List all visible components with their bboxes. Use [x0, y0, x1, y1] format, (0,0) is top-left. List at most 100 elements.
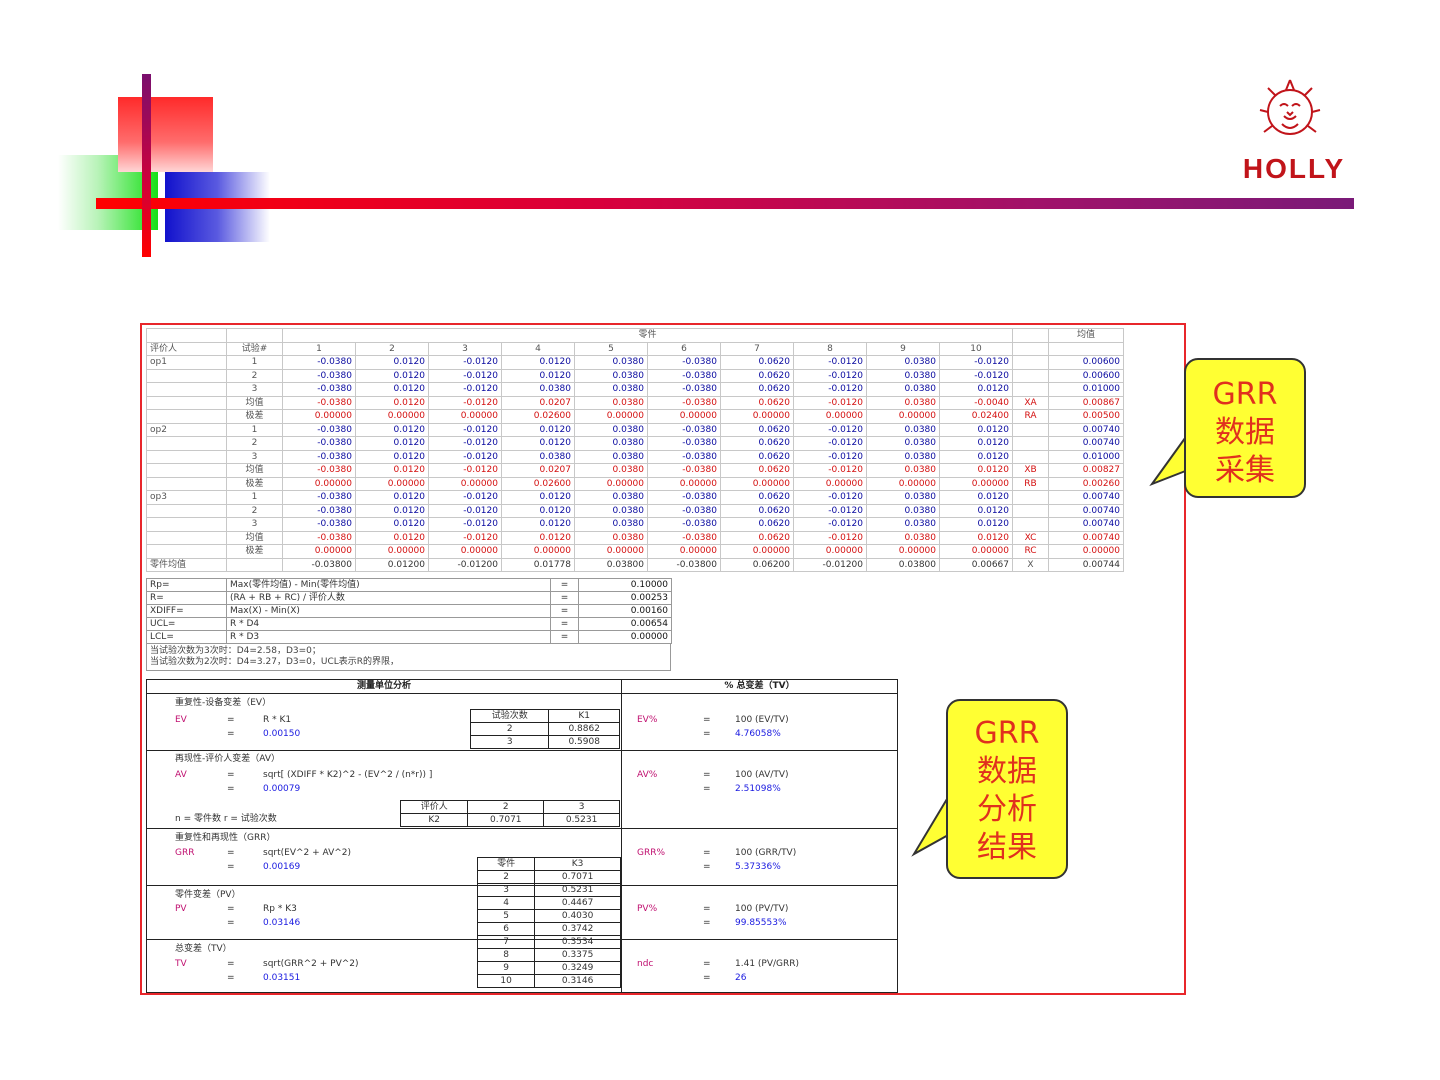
- measurement-cell: -0.0380: [647, 368, 721, 383]
- measurement-cell: -0.0120: [793, 355, 867, 370]
- ndc-label: ndc: [637, 959, 654, 969]
- measurement-cell: 0.00000: [938, 544, 1014, 559]
- k1-head-k1: K1: [548, 709, 620, 723]
- measurement-cell: -0.0380: [647, 355, 721, 370]
- measurement-cell: 0.0380: [866, 368, 940, 383]
- trial-cell: [226, 557, 283, 572]
- summary-tag-cell: X: [1012, 557, 1050, 572]
- k1-value-3: 0.5908: [548, 735, 620, 749]
- summary-tag-cell: RC: [1012, 544, 1050, 559]
- pv-eq2: =: [227, 918, 235, 928]
- grid-data-row: 极差 0.00000 0.00000 0.00000 0.02600 0.00000 0.0…: [146, 476, 1125, 491]
- measurement-cell: -0.0120: [938, 368, 1014, 383]
- measurement-cell: 0.0120: [501, 436, 575, 451]
- grr-pct-eq: =: [703, 848, 711, 858]
- av-title: 再现性-评价人变差（AV）: [175, 754, 280, 764]
- appraiser-cell: [146, 476, 227, 491]
- measurement-cell: 0.00000: [647, 409, 721, 424]
- ndc-formula: 1.41 (PV/GRR): [735, 959, 800, 969]
- k3-head-k3: K3: [534, 857, 621, 871]
- measurement-cell: 0.0380: [866, 490, 940, 505]
- tv-label: TV: [175, 959, 187, 969]
- summary-tag-cell: RB: [1012, 476, 1050, 491]
- measurement-cell: 0.0380: [501, 449, 575, 464]
- ev-eq2: =: [227, 729, 235, 739]
- formula-rows: Rp= Max(零件均值) - Min(零件均值) = 0.10000 R= (RA + …: [146, 578, 672, 644]
- summary-tag-cell: [1012, 449, 1050, 464]
- measurement-cell: -0.0380: [282, 382, 356, 397]
- row-mean-cell: 0.01000: [1048, 449, 1125, 464]
- measurement-cell: 0.0120: [355, 503, 429, 518]
- measurement-cell: 0.0620: [720, 422, 794, 437]
- measurement-cell: -0.01200: [428, 557, 502, 572]
- measurement-cell: -0.0120: [428, 395, 502, 410]
- row-mean-cell: 0.00600: [1048, 368, 1125, 383]
- grid-header-blank-2: [226, 328, 283, 343]
- measurement-cell: -0.0380: [647, 395, 721, 410]
- measurement-cell: 0.0120: [355, 395, 429, 410]
- measurement-cell: 0.00000: [355, 476, 429, 491]
- decor-red-square: [118, 97, 213, 172]
- measurement-cell: 0.0120: [938, 530, 1014, 545]
- av-eq2: =: [227, 784, 235, 794]
- row-mean-cell: 0.00740: [1048, 503, 1125, 518]
- measurement-cell: 0.0120: [501, 530, 575, 545]
- measurement-cell: 0.00000: [282, 544, 356, 559]
- measurement-cell: -0.0120: [793, 490, 867, 505]
- callout-1-line-2: 数据: [1215, 415, 1275, 450]
- measurement-cell: 0.00000: [282, 409, 356, 424]
- measurement-cell: -0.0120: [428, 382, 502, 397]
- measurement-cell: 0.0120: [938, 449, 1014, 464]
- grid-data-row: 3 -0.0380 0.0120 -0.0120 0.0380 0.0380 -0.0380…: [146, 382, 1125, 397]
- measurement-cell: -0.0120: [428, 449, 502, 464]
- k3-parts-cell: 7: [476, 935, 536, 949]
- measurement-cell: 0.00000: [866, 409, 940, 424]
- measurement-cell: 0.0120: [355, 436, 429, 451]
- measurement-cell: -0.0380: [647, 382, 721, 397]
- trial-cell: 2: [226, 503, 283, 518]
- grr-pct-eq2: =: [703, 862, 711, 872]
- measurement-cell: 0.0120: [501, 355, 575, 370]
- formula-row: R= (RA + RB + RC) / 评价人数 = 0.00253: [146, 591, 672, 605]
- pv-formula: Rp * K3: [263, 904, 297, 914]
- k3-table: 零件 K3 2 0.7071 3 0.5231 4 0.4467 5 0.4030 6 0.3742 7…: [476, 857, 621, 988]
- av-pct-eq2: =: [703, 784, 711, 794]
- grid-data-row: 2 -0.0380 0.0120 -0.0120 0.0120 0.0380 -0.0380…: [146, 368, 1125, 383]
- grr-title: 重复性和再现性（GRR）: [175, 833, 276, 843]
- k2-label: K2: [399, 813, 469, 827]
- row-mean-cell: 0.00740: [1048, 517, 1125, 532]
- formula-row: Rp= Max(零件均值) - Min(零件均值) = 0.10000: [146, 578, 672, 592]
- measurement-cell: 0.0120: [355, 490, 429, 505]
- measurement-cell: 0.0380: [574, 517, 648, 532]
- row-mean-cell: 0.00000: [1048, 544, 1125, 559]
- k3-parts-cell: 3: [476, 883, 536, 897]
- formula-expression: Max(零件均值) - Min(零件均值): [226, 578, 551, 592]
- measurement-cell: 0.0120: [355, 463, 429, 478]
- measurement-cell: 0.0620: [720, 368, 794, 383]
- pv-value: 0.03146: [263, 918, 301, 928]
- k3-parts-cell: 4: [476, 896, 536, 910]
- trial-cell: 3: [226, 517, 283, 532]
- k3-row: 4 0.4467: [476, 896, 621, 910]
- measurement-cell: 0.0380: [866, 463, 940, 478]
- measurement-cell: -0.03800: [282, 557, 356, 572]
- callout-2-line-1: GRR: [974, 716, 1040, 751]
- measurement-cell: 0.0120: [355, 368, 429, 383]
- measurement-cell: 0.02600: [501, 409, 575, 424]
- grid-header-row-2: 评价人 试验# 1 2 3 4 5 6 7 8 9 10: [146, 341, 1125, 356]
- grid-header-row-1: 零件 均值: [146, 328, 1125, 343]
- formula-equals: =: [550, 591, 579, 605]
- ev-eq: =: [227, 715, 235, 725]
- measurement-cell: -0.0120: [428, 355, 502, 370]
- measurement-cell: 0.01778: [501, 557, 575, 572]
- decor-horizontal-bar: [96, 198, 1354, 209]
- appraiser-cell: [146, 503, 227, 518]
- k3-value-cell: 0.4030: [534, 909, 621, 923]
- measurement-cell: 0.0620: [720, 382, 794, 397]
- av-pct-formula: 100 (AV/TV): [735, 770, 789, 780]
- measurement-cell: -0.0380: [282, 490, 356, 505]
- grid-data-row: 均值 -0.0380 0.0120 -0.0120 0.0207 0.0380 -0.038…: [146, 395, 1125, 410]
- trial-cell: 1: [226, 490, 283, 505]
- part-number-header: 5: [574, 341, 648, 356]
- measurement-cell: -0.0040: [938, 395, 1014, 410]
